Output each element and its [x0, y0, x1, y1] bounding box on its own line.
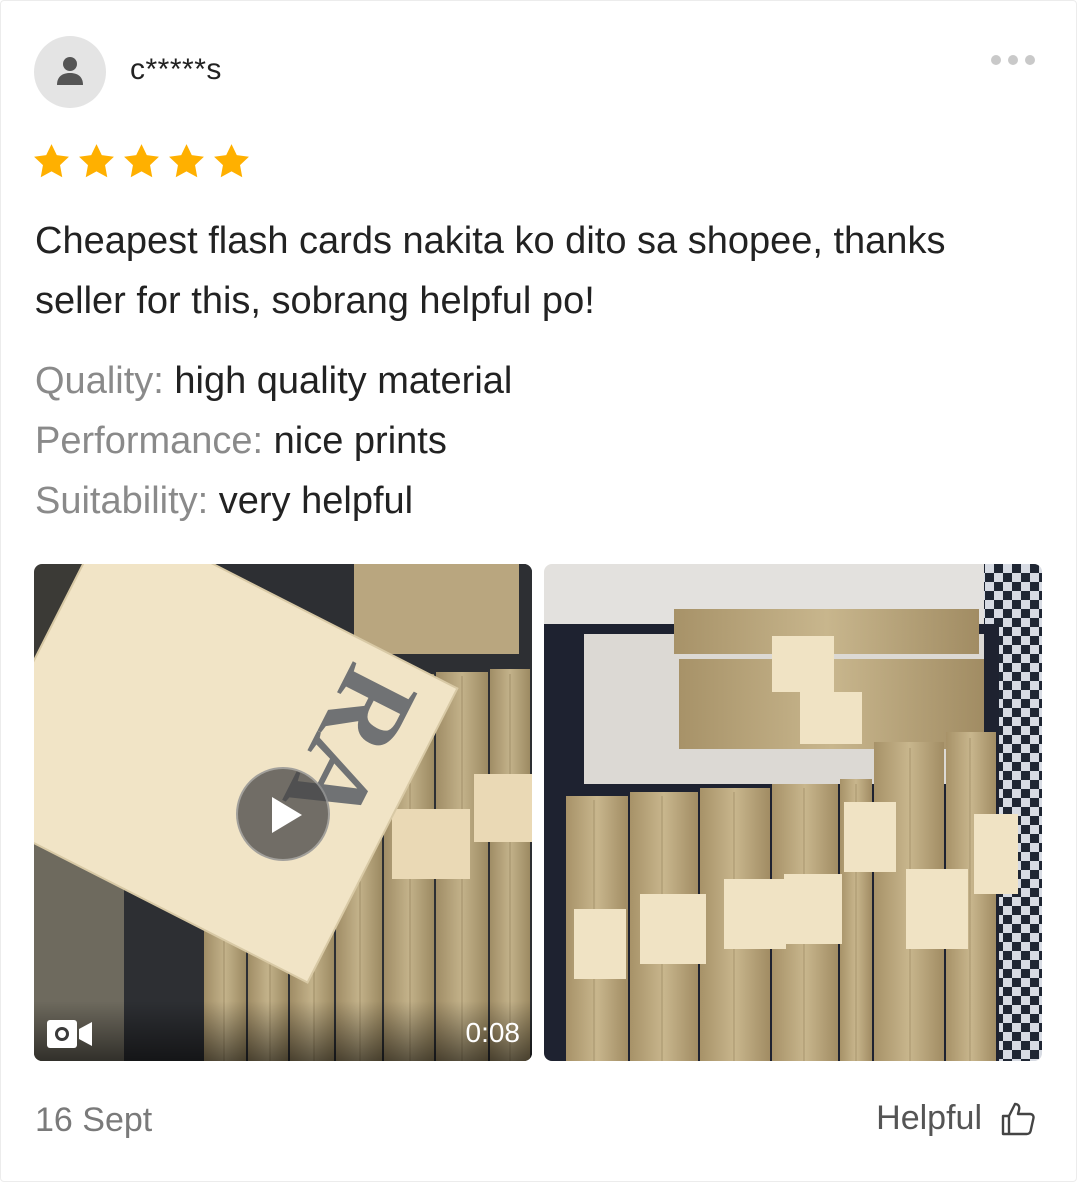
attribute-value: high quality material [174, 360, 513, 402]
review-attributes: Quality: high quality material Performan… [35, 351, 512, 531]
attribute-value: nice prints [273, 420, 447, 462]
review-comment: Cheapest flash cards nakita ko dito sa s… [35, 220, 946, 322]
more-options-button[interactable] [991, 51, 1045, 69]
attribute-key: Performance: [35, 420, 264, 462]
user-icon [57, 57, 83, 85]
review-card: c*****s Cheapest flash cards nakita ko d… [0, 0, 1077, 1182]
video-camera-icon [47, 1020, 92, 1048]
star-icon [79, 144, 114, 178]
star-rating [31, 141, 252, 182]
review-video-thumbnail[interactable]: RA 0:08 [34, 564, 532, 1061]
video-duration: 0:08 [465, 1017, 521, 1048]
star-icon [214, 144, 249, 178]
video-info-bar: 0:08 [34, 1001, 532, 1061]
attribute-key: Suitability: [35, 480, 209, 522]
star-icon [34, 144, 69, 178]
attribute-performance: Performance: nice prints [35, 411, 512, 471]
avatar[interactable] [34, 36, 106, 108]
more-dots-icon [991, 55, 1001, 65]
helpful-button[interactable]: Helpful [876, 1099, 1036, 1138]
thumbs-up-icon [1001, 1102, 1035, 1135]
star-icon [169, 144, 204, 178]
review-image-thumbnail[interactable] [544, 564, 1042, 1061]
attribute-quality: Quality: high quality material [35, 351, 512, 411]
play-icon [272, 797, 302, 833]
star-icon [124, 144, 159, 178]
username: c*****s [130, 53, 222, 86]
play-button[interactable] [236, 767, 330, 861]
review-photo [544, 564, 1042, 1061]
attribute-value: very helpful [218, 480, 414, 522]
helpful-label: Helpful [876, 1099, 982, 1137]
review-date: 16 Sept [35, 1101, 153, 1139]
attribute-suitability: Suitability: very helpful [35, 471, 512, 531]
attribute-key: Quality: [35, 360, 164, 402]
